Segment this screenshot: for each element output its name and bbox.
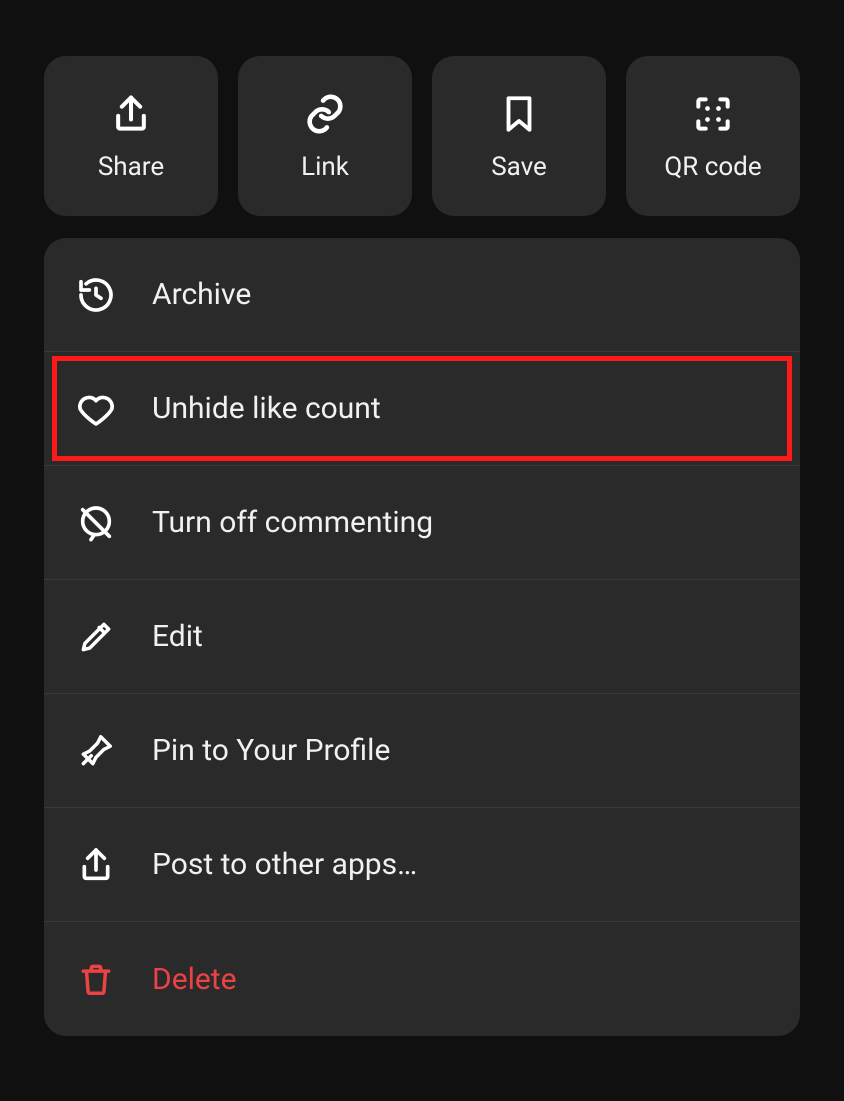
share-icon — [107, 90, 155, 138]
archive-label: Archive — [152, 277, 251, 312]
share-button[interactable]: Share — [44, 56, 218, 216]
unhide-like-count-option[interactable]: Unhide like count — [44, 352, 800, 466]
post-to-other-apps-label: Post to other apps… — [152, 847, 417, 882]
options-panel: Archive Unhide like count Turn off comme… — [44, 238, 800, 1036]
qr-icon — [689, 90, 737, 138]
share-label: Share — [98, 152, 164, 182]
link-button[interactable]: Link — [238, 56, 412, 216]
qr-code-button[interactable]: QR code — [626, 56, 800, 216]
delete-option[interactable]: Delete — [44, 922, 800, 1036]
pin-icon — [74, 729, 118, 773]
trash-icon — [74, 957, 118, 1001]
bookmark-icon — [495, 90, 543, 138]
edit-label: Edit — [152, 619, 203, 654]
pin-to-profile-option[interactable]: Pin to Your Profile — [44, 694, 800, 808]
post-to-other-apps-option[interactable]: Post to other apps… — [44, 808, 800, 922]
link-icon — [301, 90, 349, 138]
comment-off-icon — [74, 501, 118, 545]
pin-to-profile-label: Pin to Your Profile — [152, 733, 390, 768]
turn-off-commenting-option[interactable]: Turn off commenting — [44, 466, 800, 580]
turn-off-commenting-label: Turn off commenting — [152, 505, 433, 540]
delete-label: Delete — [152, 962, 237, 997]
save-button[interactable]: Save — [432, 56, 606, 216]
qr-code-label: QR code — [664, 152, 761, 182]
link-label: Link — [301, 152, 349, 182]
archive-option[interactable]: Archive — [44, 238, 800, 352]
heart-icon — [74, 387, 118, 431]
unhide-like-count-label: Unhide like count — [152, 391, 381, 426]
history-icon — [74, 273, 118, 317]
save-label: Save — [491, 152, 547, 182]
pencil-icon — [74, 615, 118, 659]
share-icon — [74, 843, 118, 887]
edit-option[interactable]: Edit — [44, 580, 800, 694]
quick-actions-row: Share Link Save — [44, 56, 800, 216]
